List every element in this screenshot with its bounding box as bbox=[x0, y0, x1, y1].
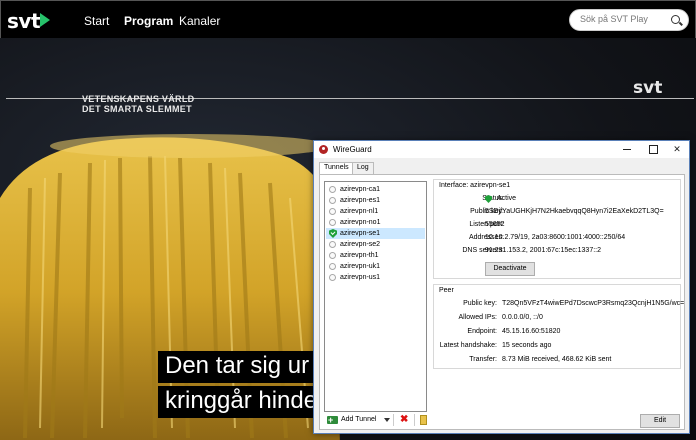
maximize-button[interactable] bbox=[641, 143, 665, 156]
allowed-ips-row: Allowed IPs: 0.0.0.0/0, ::/0 bbox=[434, 314, 680, 324]
listen-port-row: Listen port: 55652 bbox=[434, 221, 680, 231]
search-icon[interactable] bbox=[671, 15, 680, 24]
status-value: Active bbox=[497, 195, 517, 202]
tunnel-item[interactable]: azirevpn-nl1 bbox=[326, 206, 425, 217]
tunnel-item[interactable]: azirevpn-us1 bbox=[326, 272, 425, 283]
subtitle-line-2: kringgår hinder bbox=[158, 386, 333, 418]
transfer-value: 8.73 MiB received, 468.62 KiB sent bbox=[502, 356, 612, 363]
tab-log[interactable]: Log bbox=[352, 162, 374, 174]
tunnels-pane: azirevpn-ca1 azirevpn-es1 azirevpn-nl1 a… bbox=[319, 174, 685, 430]
tunnel-name: azirevpn-us1 bbox=[340, 274, 381, 281]
interface-title: Interface: azirevpn-se1 bbox=[439, 182, 511, 189]
episode-title: DET SMARTA SLEMMET bbox=[82, 104, 192, 114]
close-button[interactable]: ✕ bbox=[665, 143, 689, 156]
add-tunnel-label: Add Tunnel bbox=[341, 416, 377, 423]
tunnel-name: azirevpn-th1 bbox=[340, 252, 379, 259]
allowed-ips-label: Allowed IPs: bbox=[458, 314, 497, 321]
search-box[interactable] bbox=[569, 9, 689, 31]
transfer-label: Transfer: bbox=[469, 356, 497, 363]
window-title: WireGuard bbox=[333, 145, 372, 154]
dns-value: 91.231.153.2, 2001:67c:15ec:1337::2 bbox=[485, 247, 601, 254]
tunnel-name: azirevpn-es1 bbox=[340, 197, 381, 204]
tunnel-name: azirevpn-se1 bbox=[340, 230, 381, 237]
tunnel-item-selected[interactable]: azirevpn-se1 bbox=[326, 228, 425, 239]
subtitle-line-1: Den tar sig ur la bbox=[158, 351, 313, 383]
tunnel-name: azirevpn-ca1 bbox=[340, 186, 381, 193]
tunnel-item[interactable]: azirevpn-uk1 bbox=[326, 261, 425, 272]
inactive-radio-icon bbox=[329, 241, 336, 248]
addresses-row: Addresses: 10.10.2.79/19, 2a03:8600:1001… bbox=[434, 234, 680, 244]
endpoint-value: 45.15.16.60:51820 bbox=[502, 328, 561, 335]
tunnel-name: azirevpn-nl1 bbox=[340, 208, 379, 215]
add-tunnel-button[interactable]: Add Tunnel bbox=[324, 413, 394, 427]
toolbar-divider bbox=[393, 414, 394, 426]
peer-public-key-value: T28Qn5VFzT4wiwEPd7DscwcP3Rsmq23QcnjH1N5G… bbox=[502, 300, 685, 307]
tunnel-list[interactable]: azirevpn-ca1 azirevpn-es1 azirevpn-nl1 a… bbox=[324, 181, 427, 412]
tunnel-name: azirevpn-no1 bbox=[340, 219, 381, 226]
play-triangle-icon bbox=[40, 13, 50, 27]
tunnel-item[interactable]: azirevpn-th1 bbox=[326, 250, 425, 261]
tunnel-item[interactable]: azirevpn-es1 bbox=[326, 195, 425, 206]
listen-port-value: 55652 bbox=[485, 221, 505, 228]
handshake-row: Latest handshake: 15 seconds ago bbox=[434, 342, 680, 352]
delete-tunnel-icon[interactable]: ✖ bbox=[400, 415, 408, 425]
inactive-radio-icon bbox=[329, 263, 336, 270]
transfer-row: Transfer: 8.73 MiB received, 468.62 KiB … bbox=[434, 356, 680, 366]
public-key-value: 5SDjfYaUGHKjH7N2HkaebvqqQ8Hyn7i2EaXekD2T… bbox=[485, 208, 664, 215]
peer-public-key-row: Public key: T28Qn5VFzT4wiwEPd7DscwcP3Rsm… bbox=[434, 300, 684, 310]
active-shield-icon bbox=[329, 229, 337, 238]
allowed-ips-value: 0.0.0.0/0, ::/0 bbox=[502, 314, 543, 321]
tunnel-name: azirevpn-se2 bbox=[340, 241, 381, 248]
inactive-radio-icon bbox=[329, 274, 336, 281]
dns-row: DNS servers: 91.231.153.2, 2001:67c:15ec… bbox=[434, 247, 680, 257]
inactive-radio-icon bbox=[329, 219, 336, 226]
add-tunnel-icon bbox=[327, 413, 338, 427]
svt-logo[interactable]: svt bbox=[7, 9, 41, 33]
tunnel-item[interactable]: azirevpn-ca1 bbox=[326, 184, 425, 195]
search-input[interactable] bbox=[580, 14, 670, 24]
status-row: Status: Active bbox=[434, 195, 680, 205]
endpoint-label: Endpoint: bbox=[467, 328, 497, 335]
svt-watermark: svt bbox=[633, 78, 663, 98]
toolbar-divider bbox=[414, 414, 415, 426]
inactive-radio-icon bbox=[329, 197, 336, 204]
peer-group: Peer Public key: T28Qn5VFzT4wiwEPd7Dscwc… bbox=[433, 284, 684, 369]
program-title: VETENSKAPENS VÄRLD bbox=[82, 94, 195, 104]
peer-public-key-label: Public key: bbox=[463, 300, 497, 307]
status-label: Status: bbox=[482, 195, 504, 202]
peer-title: Peer bbox=[439, 287, 454, 294]
minimize-button[interactable] bbox=[615, 143, 639, 156]
inactive-radio-icon bbox=[329, 252, 336, 259]
chevron-down-icon[interactable] bbox=[384, 418, 390, 422]
nav-start[interactable]: Start bbox=[84, 14, 109, 28]
inactive-radio-icon bbox=[329, 186, 336, 193]
nav-program[interactable]: Program bbox=[124, 14, 173, 28]
wireguard-window[interactable]: WireGuard ✕ Tunnels Log azirevpn-ca1 azi… bbox=[313, 140, 690, 434]
tunnel-name: azirevpn-uk1 bbox=[340, 263, 381, 270]
addresses-value: 10.10.2.79/19, 2a03:8600:1001:4000::250/… bbox=[485, 234, 626, 241]
handshake-label: Latest handshake: bbox=[439, 342, 497, 349]
nav-kanaler[interactable]: Kanaler bbox=[179, 14, 220, 28]
export-zip-icon[interactable] bbox=[420, 415, 427, 425]
wireguard-app-icon bbox=[319, 145, 328, 154]
tunnel-item[interactable]: azirevpn-se2 bbox=[326, 239, 425, 250]
interface-group: Interface: azirevpn-se1 Status: Active P… bbox=[433, 179, 681, 279]
window-titlebar[interactable]: WireGuard ✕ bbox=[314, 141, 689, 158]
tunnel-item[interactable]: azirevpn-no1 bbox=[326, 217, 425, 228]
inactive-radio-icon bbox=[329, 208, 336, 215]
svt-header: svt Start Program Kanaler bbox=[0, 0, 696, 38]
handshake-value: 15 seconds ago bbox=[502, 342, 552, 349]
public-key-row: Public key: 5SDjfYaUGHKjH7N2HkaebvqqQ8Hy… bbox=[434, 208, 680, 218]
deactivate-button[interactable]: Deactivate bbox=[485, 262, 535, 276]
edit-button[interactable]: Edit bbox=[640, 414, 680, 428]
endpoint-row: Endpoint: 45.15.16.60:51820 bbox=[434, 328, 680, 338]
